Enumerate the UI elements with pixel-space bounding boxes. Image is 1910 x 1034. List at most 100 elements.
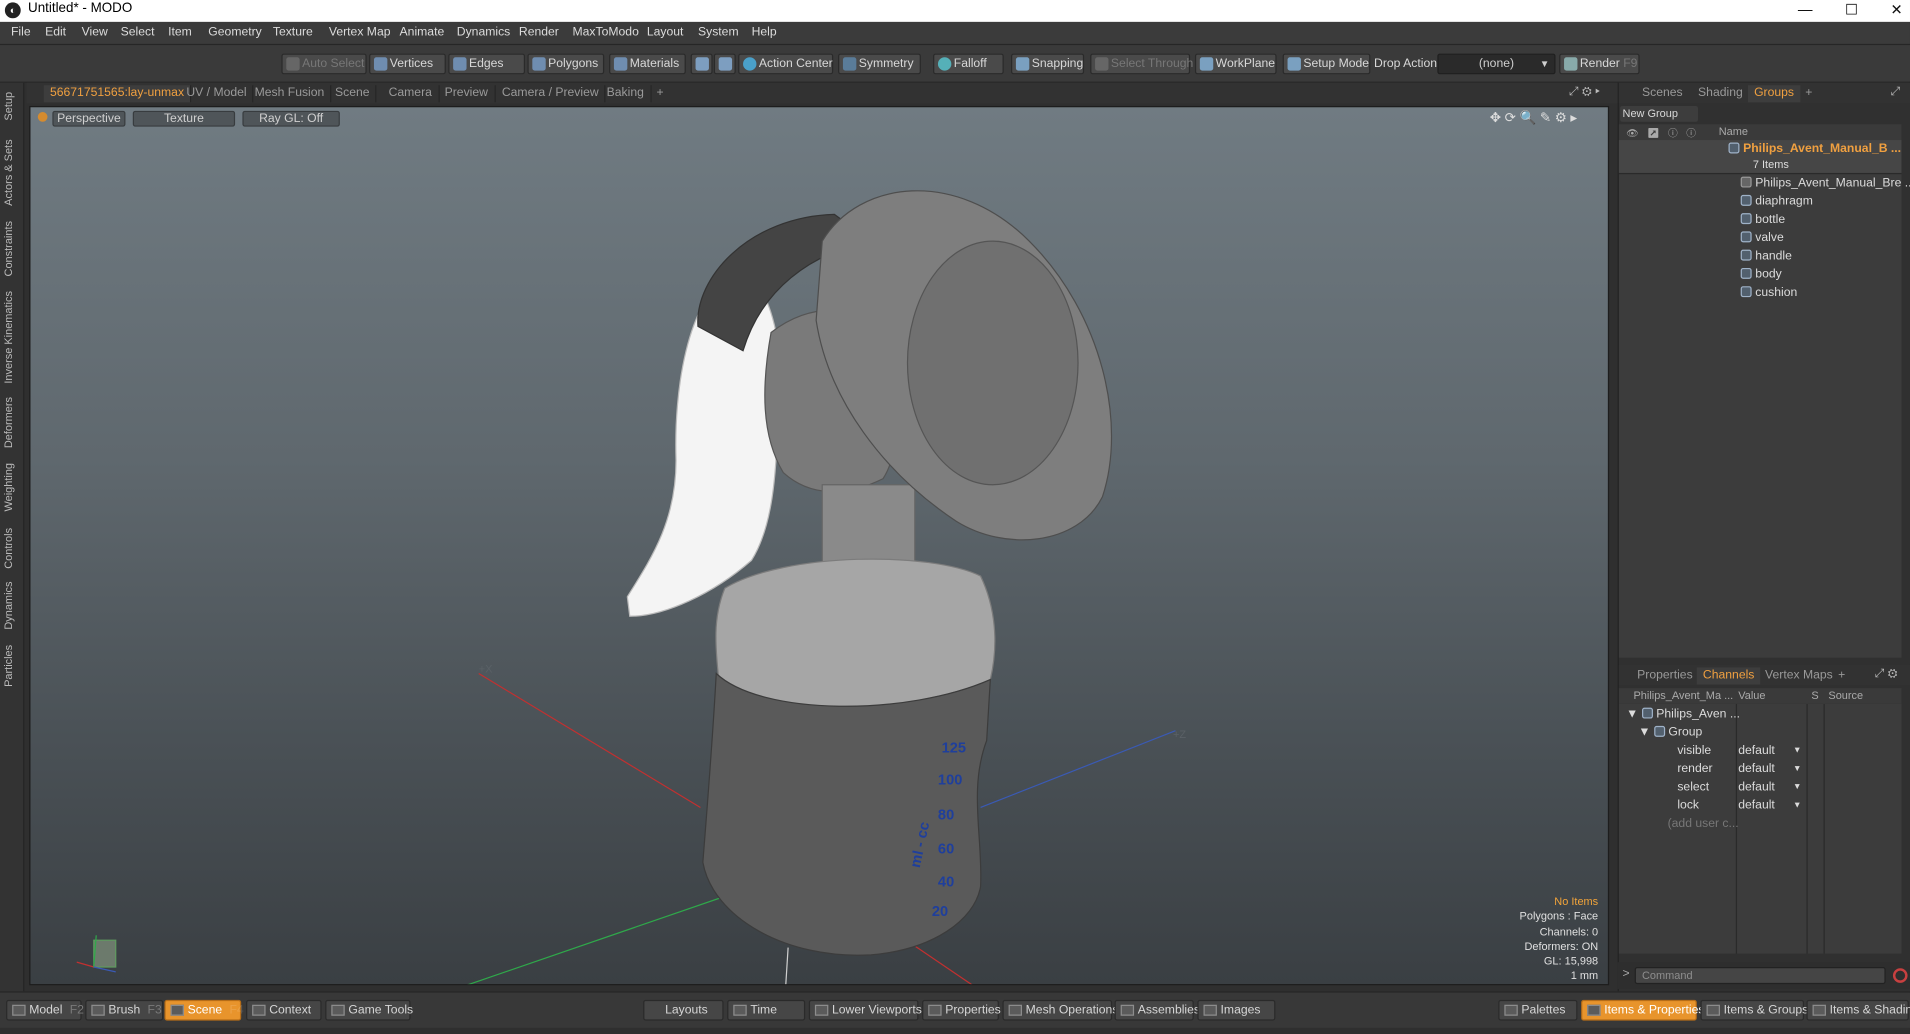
menu-layout[interactable]: Layout: [647, 26, 684, 39]
add-panel-tab-button[interactable]: +: [1799, 85, 1818, 102]
tab-vertex-maps[interactable]: Vertex Maps: [1759, 667, 1839, 684]
tab-preview[interactable]: Preview: [439, 85, 496, 103]
channel-row-select[interactable]: select default ▼: [1619, 778, 1902, 796]
menu-geometry[interactable]: Geometry: [208, 26, 261, 39]
drop-action-dropdown[interactable]: (none) ▼: [1437, 53, 1556, 75]
group-root-row[interactable]: Philips_Avent_Manual_B ... 7 Items: [1618, 140, 1902, 173]
items-groups-button[interactable]: Items & Groups: [1700, 999, 1808, 1021]
tab-setup[interactable]: Setup: [2, 88, 21, 125]
group-item-row[interactable]: bottle: [1619, 211, 1902, 229]
tab-scenes[interactable]: Scenes: [1636, 85, 1689, 102]
channel-group-row[interactable]: ▼ Group: [1619, 723, 1902, 741]
tab-shading[interactable]: Shading: [1692, 85, 1749, 102]
tab-dynamics[interactable]: Dynamics: [2, 580, 21, 631]
materials-button[interactable]: Materials: [609, 53, 686, 75]
expand-icon[interactable]: ⤢: [1891, 85, 1901, 98]
images-button[interactable]: Images: [1197, 999, 1276, 1021]
add-tab-button[interactable]: +: [650, 85, 669, 102]
model-layout-button[interactable]: Model F2: [6, 999, 84, 1021]
group-item-row[interactable]: diaphragm: [1619, 192, 1902, 210]
tab-channels[interactable]: Channels: [1696, 667, 1761, 685]
snapping-button[interactable]: Snapping: [1011, 53, 1085, 75]
tab-weighting[interactable]: Weighting: [2, 460, 21, 515]
group-item-row[interactable]: handle: [1619, 247, 1902, 265]
group-item-row[interactable]: valve: [1619, 229, 1902, 247]
group-item-row[interactable]: cushion: [1619, 284, 1902, 302]
scene-layout-button[interactable]: Scene F4: [164, 999, 244, 1021]
layouts-button[interactable]: Layouts: [643, 999, 724, 1021]
new-group-button[interactable]: New Group: [1620, 105, 1699, 122]
tab-inverse-kinematics[interactable]: Inverse Kinematics: [2, 290, 21, 385]
close-button[interactable]: ✕: [1872, 0, 1910, 22]
3d-viewport[interactable]: Perspective Texture Ray GL: Off ✥⟳🔍✎⚙▸ +…: [29, 105, 1610, 986]
menu-vertex-map[interactable]: Vertex Map: [329, 26, 391, 39]
items-properties-button[interactable]: Items & Properties: [1581, 999, 1704, 1021]
tab-properties[interactable]: Properties: [1631, 667, 1699, 684]
time-button[interactable]: Time: [727, 999, 806, 1021]
bottom-bar: Model F2 Brush F3 Scene F4 Context Game Too…: [0, 991, 1910, 1028]
menu-system[interactable]: System: [698, 26, 739, 39]
tab-uv-model[interactable]: UV / Model: [180, 85, 254, 103]
mesh-icon: [1740, 286, 1752, 298]
lower-viewports-button[interactable]: Lower Viewports: [808, 999, 922, 1021]
channel-row-render[interactable]: render default ▼: [1619, 760, 1902, 778]
group-item-row[interactable]: body: [1619, 266, 1902, 284]
add-user-channel-row[interactable]: (add user c...: [1619, 815, 1902, 833]
edges-button[interactable]: Edges: [448, 53, 526, 75]
tab-particles[interactable]: Particles: [2, 641, 21, 692]
menu-dynamics[interactable]: Dynamics: [457, 26, 510, 39]
maximize-button[interactable]: ☐: [1827, 0, 1876, 22]
game-tools-layout-button[interactable]: Game Tools: [325, 999, 413, 1021]
minimize-button[interactable]: —: [1781, 0, 1830, 22]
record-icon[interactable]: [1892, 968, 1908, 983]
assemblies-button[interactable]: Assemblies: [1114, 999, 1200, 1021]
falloff-button[interactable]: Falloff: [933, 53, 1004, 75]
menu-render[interactable]: Render: [519, 26, 559, 39]
menu-file[interactable]: File: [11, 26, 31, 39]
expand-icon[interactable]: ⤢ ⚙: [1875, 667, 1898, 680]
setup-mode-button[interactable]: Setup Mode: [1282, 53, 1371, 75]
channel-row-lock[interactable]: lock default ▼: [1619, 797, 1902, 815]
tab-layout-unmax[interactable]: 56671751565:lay-unmax: [43, 85, 192, 103]
tab-camera[interactable]: Camera: [382, 85, 440, 103]
channel-row-visible[interactable]: visible default ▼: [1619, 742, 1902, 760]
sym-tool-button-1[interactable]: [690, 53, 713, 75]
tab-constraints[interactable]: Constraints: [2, 217, 21, 280]
group-item-row[interactable]: Philips_Avent_Manual_Bre ...: [1619, 174, 1910, 192]
symmetry-button[interactable]: Symmetry: [838, 53, 921, 75]
tab-controls[interactable]: Controls: [2, 524, 21, 573]
tab-groups[interactable]: Groups: [1747, 85, 1801, 103]
tab-actors-sets[interactable]: Actors & Sets: [2, 138, 21, 209]
command-input[interactable]: Command: [1634, 967, 1886, 985]
menu-edit[interactable]: Edit: [45, 26, 66, 39]
vertices-button[interactable]: Vertices: [369, 53, 446, 75]
select-through-button[interactable]: Select Through: [1090, 53, 1193, 75]
items-shading-button[interactable]: Items & Shading: [1806, 999, 1910, 1021]
workplane-button[interactable]: WorkPlane: [1194, 53, 1277, 75]
menu-maxtomodo[interactable]: MaxToModo: [573, 26, 639, 39]
menu-help[interactable]: Help: [752, 26, 777, 39]
auto-select-button[interactable]: Auto Select: [281, 53, 367, 75]
menu-texture[interactable]: Texture: [273, 26, 313, 39]
channel-root-row[interactable]: ▼ Philips_Aven ...: [1619, 705, 1902, 723]
mesh-operations-button[interactable]: Mesh Operations: [1002, 999, 1118, 1021]
viewport-options-icon[interactable]: ⤢ ⚙ ▸: [1569, 85, 1600, 98]
tab-camera-preview[interactable]: Camera / Preview: [496, 85, 606, 103]
brush-layout-button[interactable]: Brush F3: [85, 999, 164, 1021]
menu-view[interactable]: View: [82, 26, 108, 39]
menu-select[interactable]: Select: [121, 26, 155, 39]
tab-scene[interactable]: Scene: [329, 85, 377, 103]
properties-button[interactable]: Properties: [922, 999, 1001, 1021]
action-center-button[interactable]: Action Center: [738, 53, 834, 75]
menu-item[interactable]: Item: [168, 26, 192, 39]
tab-mesh-fusion[interactable]: Mesh Fusion: [248, 85, 332, 103]
context-layout-button[interactable]: Context: [246, 999, 322, 1021]
render-button[interactable]: Render F9: [1559, 53, 1640, 75]
polygons-button[interactable]: Polygons: [527, 53, 605, 75]
sym-tool-button-2[interactable]: [713, 53, 736, 75]
tab-deformers[interactable]: Deformers: [2, 393, 21, 450]
add-panel-tab-button[interactable]: +: [1832, 667, 1851, 684]
tab-baking[interactable]: Baking: [601, 85, 652, 103]
palettes-button[interactable]: Palettes: [1498, 999, 1578, 1021]
menu-animate[interactable]: Animate: [400, 26, 445, 39]
